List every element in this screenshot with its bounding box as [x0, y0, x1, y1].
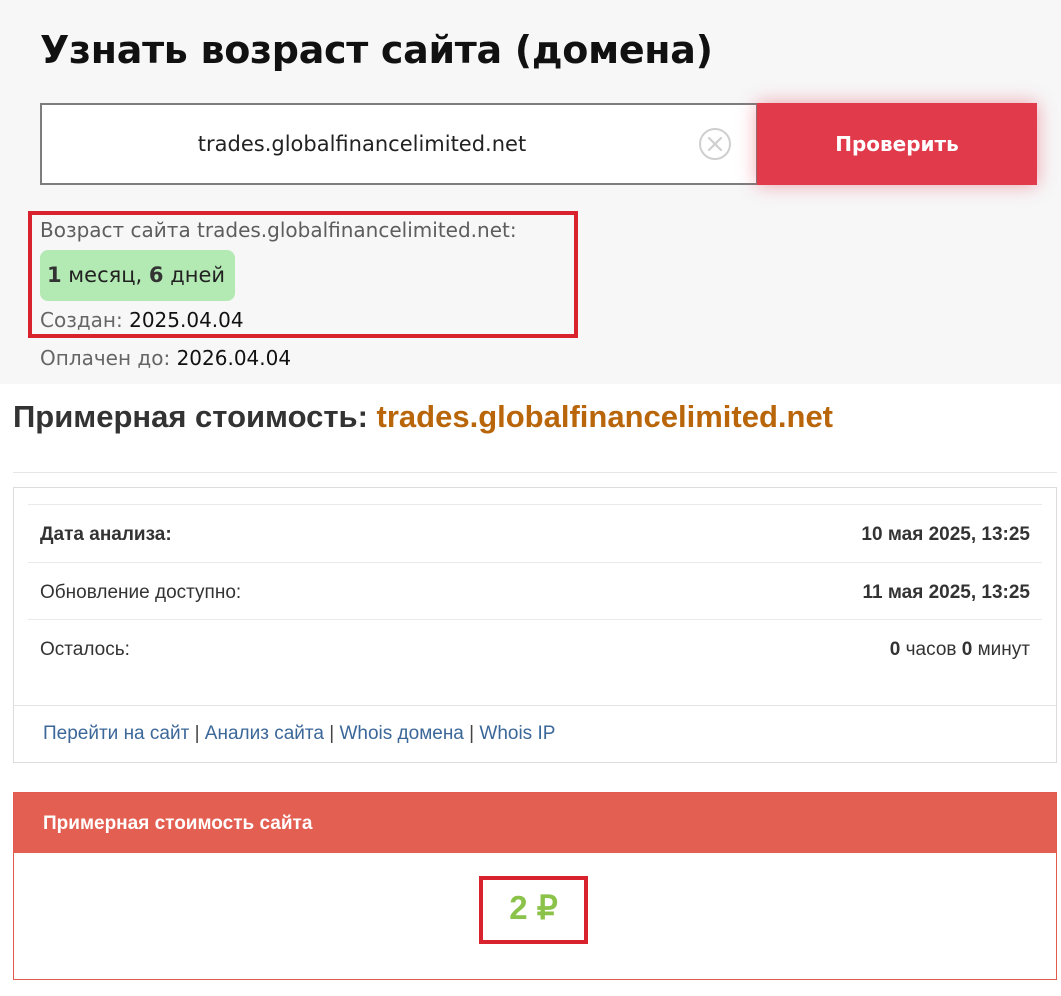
created-row: Создан: 2025.04.04 — [40, 308, 244, 332]
link-separator: | — [189, 723, 205, 744]
days-word: дней — [163, 263, 226, 287]
update-row: Обновление доступно: 11 мая 2025, 13:25 — [28, 562, 1042, 620]
domain-search-box — [40, 103, 758, 185]
remaining-hours: 0 — [889, 639, 901, 660]
links-bar: Перейти на сайт | Анализ сайта | Whois д… — [14, 705, 1056, 763]
analysis-info-card: Дата анализа: 10 мая 2025, 13:25 Обновле… — [13, 487, 1057, 763]
divider — [13, 472, 1057, 473]
created-value: 2025.04.04 — [129, 308, 244, 332]
price-card: Примерная стоимость сайта 2 ₽ — [13, 792, 1057, 980]
analysis-date-value: 10 мая 2025, 13:25 — [861, 524, 1030, 545]
paid-label: Оплачен до: — [40, 346, 177, 370]
link-separator: | — [323, 723, 340, 744]
link-whois-ip[interactable]: Whois IP — [479, 723, 555, 744]
link-go-to-site[interactable]: Перейти на сайт — [43, 723, 189, 744]
remaining-minutes: 0 — [961, 639, 973, 660]
paid-row: Оплачен до: 2026.04.04 — [40, 346, 291, 370]
minutes-word: минут — [972, 639, 1030, 660]
estimate-domain: trades.globalfinancelimited.net — [376, 399, 834, 434]
analysis-date-label: Дата анализа: — [40, 524, 172, 545]
price-header-title: Примерная стоимость сайта — [43, 813, 313, 834]
page-title: Узнать возраст сайта (домена) — [40, 28, 713, 72]
hours-word: часов — [900, 639, 962, 660]
remaining-value: 0 часов 0 минут — [890, 639, 1030, 661]
age-check-section: Узнать возраст сайта (домена) Проверить … — [0, 0, 1061, 384]
days-count: 6 — [148, 263, 164, 287]
created-label: Создан: — [40, 308, 130, 332]
age-badge: 1 месяц, 6 дней — [40, 250, 235, 301]
age-label: Возраст сайта trades.globalfinancelimite… — [40, 218, 517, 242]
estimate-title-prefix: Примерная стоимость: — [13, 399, 377, 434]
months-word: месяц, — [61, 263, 149, 287]
price-value: 2 ₽ — [509, 889, 558, 926]
months-count: 1 — [47, 263, 62, 287]
close-circle-icon[interactable] — [699, 128, 731, 160]
check-button[interactable]: Проверить — [757, 103, 1037, 185]
analysis-date-row: Дата анализа: 10 мая 2025, 13:25 — [28, 504, 1042, 562]
remaining-row: Осталось: 0 часов 0 минут — [28, 619, 1042, 677]
update-label: Обновление доступно: — [40, 582, 242, 603]
link-site-analysis[interactable]: Анализ сайта — [205, 723, 324, 744]
link-separator: | — [463, 723, 480, 744]
estimate-title: Примерная стоимость: trades.globalfinanc… — [13, 399, 833, 435]
price-card-header: Примерная стоимость сайта — [14, 793, 1056, 853]
domain-input[interactable] — [42, 105, 682, 183]
remaining-label: Осталось: — [40, 639, 130, 660]
paid-value: 2026.04.04 — [176, 346, 292, 370]
link-whois-domain[interactable]: Whois домена — [339, 723, 463, 744]
update-value: 11 мая 2025, 13:25 — [862, 582, 1030, 603]
